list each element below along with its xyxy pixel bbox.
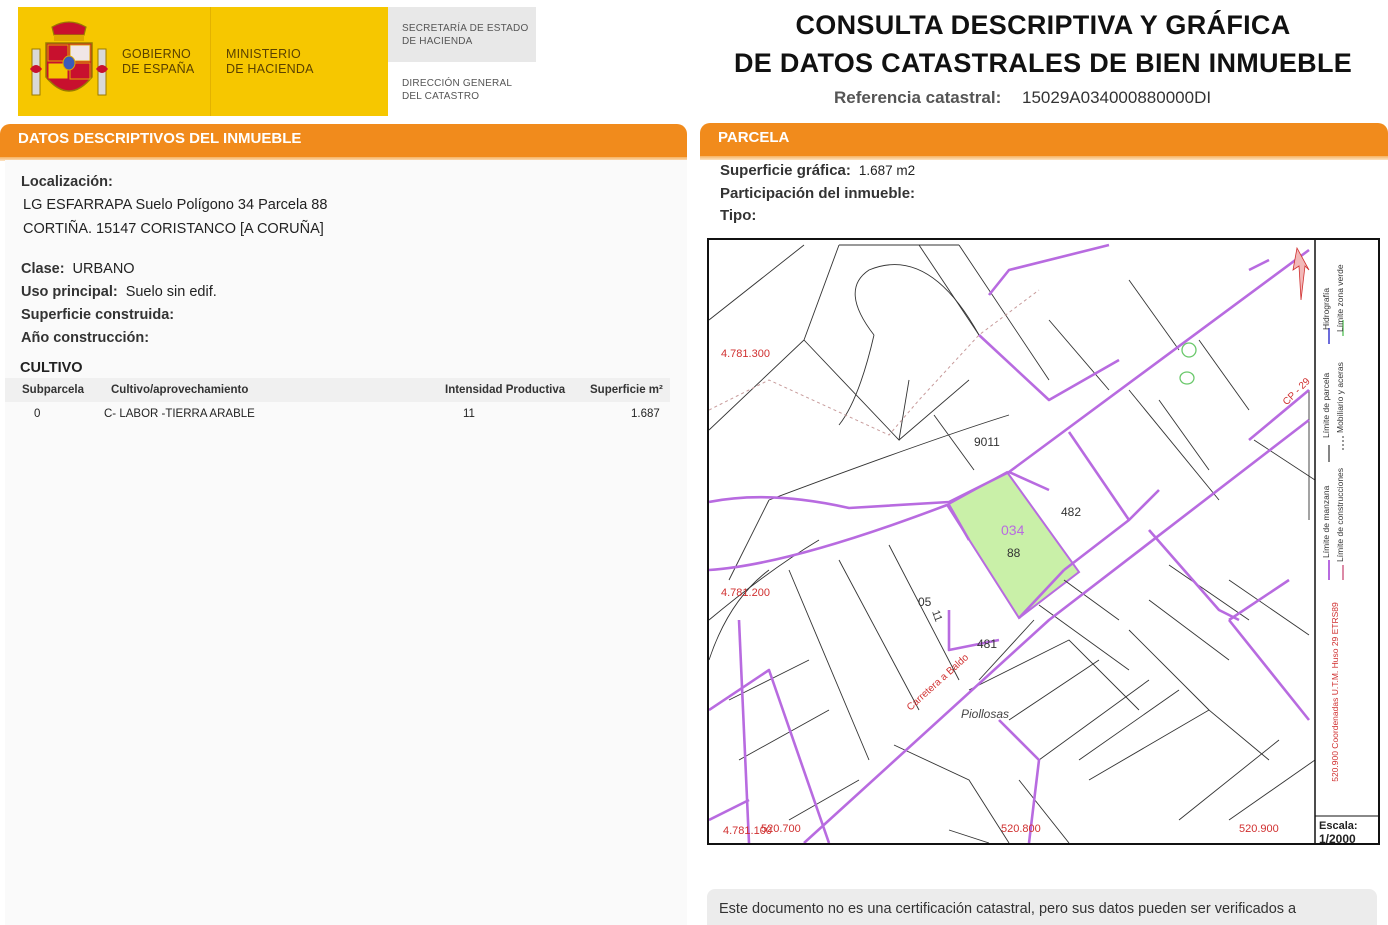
legend-item: Límite de construcciones [1335, 467, 1345, 562]
table-row: 0 C- LABOR -TIERRA ARABLE 11 1.687 [5, 402, 670, 424]
superficie-grafica-field: Superficie gráfica: 1.687 m2 [720, 162, 916, 179]
scale-label: Escala: [1319, 820, 1358, 832]
participacion-field: Participación del inmueble: [720, 185, 916, 202]
document-title: CONSULTA DESCRIPTIVA Y GRÁFICA DE DATOS … [733, 10, 1353, 78]
tipo-field: Tipo: [720, 207, 757, 224]
anio-construccion-field: Año construcción: [21, 330, 150, 346]
map-label: Piollosas [961, 707, 1010, 721]
legend-item: Límite de manzana [1321, 485, 1331, 558]
coord-label: 4.781.200 [721, 587, 770, 599]
clase-field: Clase: URBANO [21, 261, 135, 277]
parcel-polygon-label: 034 [1001, 522, 1025, 538]
secretaria-block: SECRETARÍA DE ESTADO DE HACIENDA [388, 7, 536, 62]
cell-intensidad: 11 [463, 408, 475, 420]
disclaimer-note: Este documento no es una certificación c… [707, 889, 1377, 925]
coord-label: 520.800 [1001, 823, 1041, 835]
superficie-construida-field: Superficie construida: [21, 307, 175, 323]
map-label: 05 [918, 595, 932, 609]
cell-cultivo: C- LABOR -TIERRA ARABLE [104, 408, 255, 420]
col-superficie: Superficie m² [590, 384, 663, 396]
localizacion-label: Localización: [21, 174, 113, 190]
map-label: 481 [977, 637, 998, 651]
gobierno-label: GOBIERNO DE ESPAÑA [122, 47, 195, 76]
north-arrow-icon [1292, 246, 1310, 301]
map-drawing [709, 240, 1378, 843]
legend-item: Límite de parcela [1321, 372, 1331, 438]
coord-label: 520.700 [761, 823, 801, 835]
direccion-label: DIRECCIÓN GENERAL DEL CATASTRO [402, 78, 513, 102]
parcela-header: PARCELA [700, 123, 1388, 160]
scale-value: 1/2000 [1319, 832, 1356, 846]
uso-principal-field: Uso principal: Suelo sin edif. [21, 284, 217, 300]
referencia-catastral: Referencia catastral: 15029A034000880000… [834, 88, 1211, 108]
cultivo-table: Subparcela Cultivo/aprovechamiento Inten… [5, 378, 670, 424]
coord-label: 520.900 [1239, 823, 1279, 835]
cell-subparcela: 0 [34, 408, 41, 420]
ministerio-label: MINISTERIO DE HACIENDA [226, 47, 314, 76]
table-header-row: Subparcela Cultivo/aprovechamiento Inten… [5, 378, 670, 402]
col-cultivo: Cultivo/aprovechamiento [111, 384, 249, 396]
cell-superficie: 1.687 [631, 408, 660, 420]
map-label: 9011 [974, 435, 1000, 449]
col-subparcela: Subparcela [22, 384, 84, 396]
coord-label: 4.781.300 [721, 348, 770, 360]
projection-label: 520.900 Coordenadas U.T.M. Huso 29 ETRS8… [1330, 602, 1340, 782]
datos-descriptivos-header: DATOS DESCRIPTIVOS DEL INMUEBLE [0, 124, 687, 161]
map-label: 482 [1061, 505, 1082, 519]
address-line-1: LG ESFARRAPA Suelo Polígono 34 Parcela 8… [23, 197, 328, 213]
legend-item: Límite zona verde [1335, 264, 1345, 332]
coat-of-arms-icon [30, 21, 108, 96]
header-divider [210, 7, 211, 116]
cadastral-map[interactable]: 4.781.300 4.781.200 4.781.100 520.700 52… [707, 238, 1380, 846]
cultivo-title: CULTIVO [20, 360, 83, 376]
address-line-2: CORTIÑA. 15147 CORISTANCO [A CORUÑA] [23, 221, 324, 237]
legend-item: Hidrografía [1321, 287, 1331, 330]
secretaria-label: SECRETARÍA DE ESTADO DE HACIENDA [402, 23, 529, 47]
ref-label: Referencia catastral: [834, 88, 1002, 107]
parcel-number-label: 88 [1007, 546, 1021, 560]
col-intensidad: Intensidad Productiva [445, 384, 566, 396]
legend-item: Mobiliario y aceras [1335, 362, 1345, 433]
ref-value: 15029A034000880000DI [1022, 88, 1212, 107]
government-logo-block: GOBIERNO DE ESPAÑA MINISTERIO DE HACIENDA [18, 7, 388, 116]
